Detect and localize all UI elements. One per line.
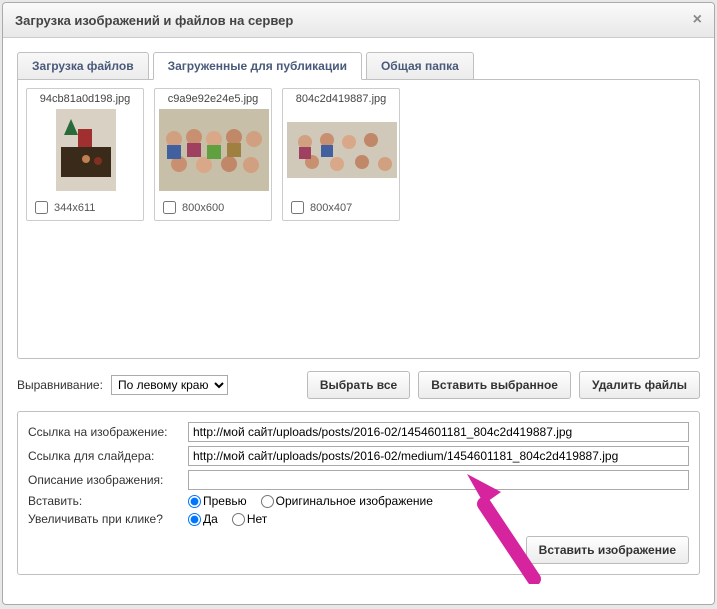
- preview-radio[interactable]: [188, 495, 201, 508]
- thumbnail-image: [159, 109, 269, 191]
- insert-selected-button[interactable]: Вставить выбранное: [418, 371, 571, 399]
- enlarge-label: Увеличивать при клике?: [28, 512, 188, 526]
- controls-row: Выравнивание: По левому краю Выбрать все…: [17, 371, 700, 399]
- slider-link-label: Ссылка для слайдера:: [28, 449, 188, 463]
- tab-upload[interactable]: Загрузка файлов: [17, 52, 149, 80]
- select-all-button[interactable]: Выбрать все: [307, 371, 410, 399]
- slider-link-input[interactable]: [188, 446, 689, 466]
- thumbnail-checkbox[interactable]: [35, 201, 48, 214]
- thumbnail-image: [287, 109, 397, 191]
- tab-published[interactable]: Загруженные для публикации: [153, 52, 362, 80]
- preview-radio-label: Превью: [203, 494, 247, 508]
- insert-label: Вставить:: [28, 494, 188, 508]
- thumbnail-dims: 344x611: [54, 202, 95, 214]
- yes-radio-label: Да: [203, 512, 218, 526]
- dialog-content: Загрузка файлов Загруженные для публикац…: [3, 38, 714, 589]
- dialog-titlebar: Загрузка изображений и файлов на сервер …: [3, 3, 714, 38]
- insert-button-row: Вставить изображение: [28, 536, 689, 564]
- thumbnail-select-row: 344x611: [31, 199, 139, 216]
- original-radio[interactable]: [261, 495, 274, 508]
- no-radio[interactable]: [232, 513, 245, 526]
- thumbnail-image: [31, 109, 141, 191]
- insert-image-button[interactable]: Вставить изображение: [526, 536, 689, 564]
- insert-mode-radios: Превью Оригинальное изображение: [188, 494, 443, 508]
- thumbnail-checkbox[interactable]: [291, 201, 304, 214]
- tab-shared[interactable]: Общая папка: [366, 52, 474, 80]
- thumbnail-list: 94cb81a0d198.jpg 344x611: [26, 88, 691, 221]
- thumbnail-item[interactable]: 94cb81a0d198.jpg 344x611: [26, 88, 144, 221]
- dialog-title: Загрузка изображений и файлов на сервер: [15, 13, 293, 28]
- image-link-label: Ссылка на изображение:: [28, 425, 188, 439]
- thumbnail-filename: 94cb81a0d198.jpg: [31, 93, 139, 105]
- original-radio-label: Оригинальное изображение: [276, 494, 433, 508]
- thumbnail-filename: c9a9e92e24e5.jpg: [159, 93, 267, 105]
- upload-dialog: Загрузка изображений и файлов на сервер …: [2, 2, 715, 605]
- no-radio-label: Нет: [247, 512, 267, 526]
- thumbnail-dims: 800x600: [182, 202, 224, 214]
- thumbnail-item[interactable]: c9a9e92e24e5.jpg: [154, 88, 272, 221]
- description-label: Описание изображения:: [28, 473, 188, 487]
- description-input[interactable]: [188, 470, 689, 490]
- thumbnail-dims: 800x407: [310, 202, 352, 214]
- enlarge-radios: Да Нет: [188, 512, 277, 526]
- align-label: Выравнивание:: [17, 378, 103, 392]
- thumbnail-select-row: 800x407: [287, 199, 395, 216]
- action-buttons: Выбрать все Вставить выбранное Удалить ф…: [307, 371, 700, 399]
- yes-radio[interactable]: [188, 513, 201, 526]
- align-select[interactable]: По левому краю: [111, 375, 228, 395]
- tab-bar: Загрузка файлов Загруженные для публикац…: [17, 52, 700, 80]
- thumbnail-checkbox[interactable]: [163, 201, 176, 214]
- close-icon[interactable]: ×: [693, 11, 702, 29]
- thumbnail-filename: 804c2d419887.jpg: [287, 93, 395, 105]
- thumbnail-panel: 94cb81a0d198.jpg 344x611: [17, 79, 700, 359]
- thumbnail-select-row: 800x600: [159, 199, 267, 216]
- thumbnail-item[interactable]: 804c2d419887.jpg 800x407: [282, 88, 400, 221]
- image-link-input[interactable]: [188, 422, 689, 442]
- image-form-panel: Ссылка на изображение: Ссылка для слайде…: [17, 411, 700, 575]
- delete-files-button[interactable]: Удалить файлы: [579, 371, 700, 399]
